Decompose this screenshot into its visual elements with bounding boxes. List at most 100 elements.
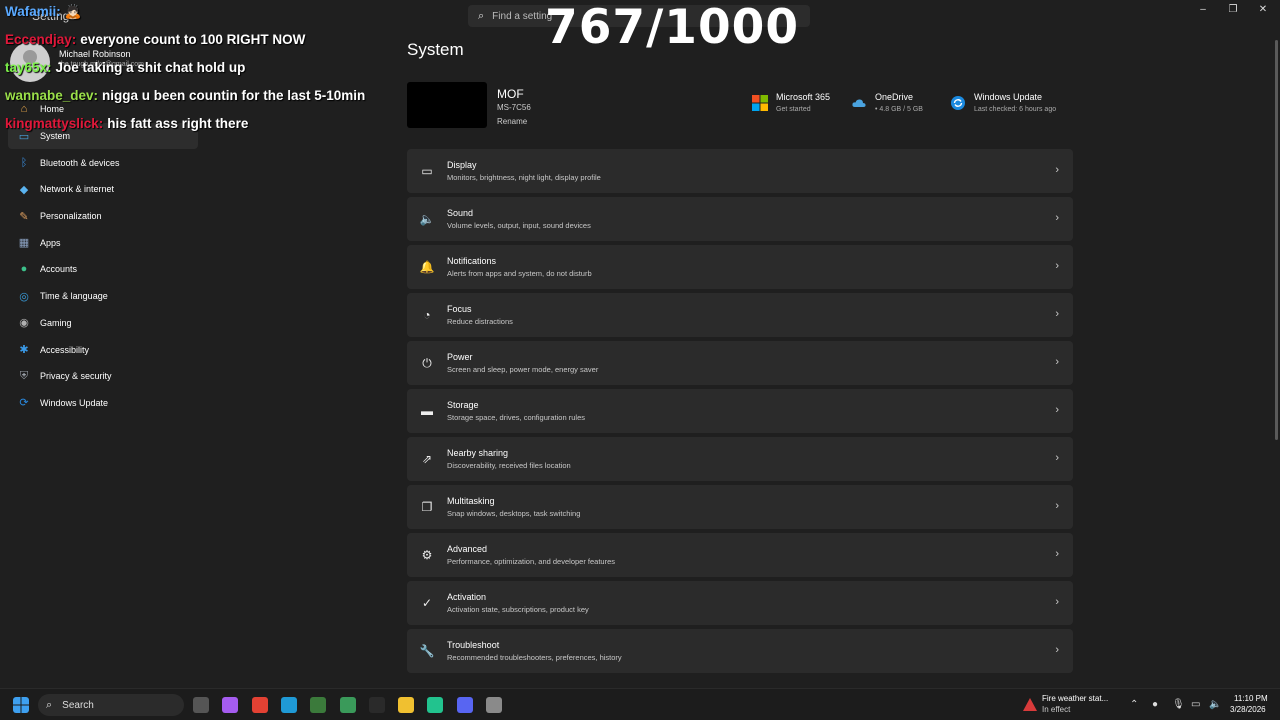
search-placeholder: Find a setting bbox=[492, 10, 553, 22]
card-subtitle: Activation state, subscriptions, product… bbox=[447, 605, 589, 614]
home-icon: ⌂ bbox=[20, 103, 28, 116]
display-icon: ▭ bbox=[421, 164, 433, 178]
sidebar-item-accounts[interactable]: ● Accounts bbox=[8, 256, 198, 283]
quick-title: Microsoft 365 bbox=[776, 92, 831, 102]
chat-username: tay65x: bbox=[5, 60, 52, 75]
tray-app-icon[interactable]: ● bbox=[1152, 699, 1158, 710]
sidebar-item-bluetooth-devices[interactable]: ᛒ Bluetooth & devices bbox=[8, 149, 198, 176]
quick-sub: • 4.8 GB / 5 GB bbox=[875, 106, 923, 113]
chevron-right-icon: › bbox=[1055, 404, 1059, 416]
advanced-icon: ⚙ bbox=[421, 548, 433, 562]
weather-alert-icon[interactable] bbox=[1022, 697, 1038, 713]
settings-icon[interactable] bbox=[486, 697, 502, 713]
sidebar-item-label: Apps bbox=[40, 237, 61, 248]
settings-card-advanced[interactable]: ⚙ Advanced Performance, optimization, and … bbox=[407, 533, 1073, 577]
clock-date[interactable]: 3/28/2026 bbox=[1230, 705, 1266, 714]
microsoft-365-tile[interactable]: Microsoft 365 Get started bbox=[752, 92, 830, 113]
taskbar: ⌕ Search ⌃ ● 🎙 ▭ 🔈 Fire weather stat... … bbox=[0, 688, 1280, 720]
game-icon[interactable] bbox=[310, 697, 327, 713]
edge-icon[interactable] bbox=[280, 697, 297, 713]
card-title: Multitasking bbox=[447, 496, 495, 506]
taskbar-search-label: Search bbox=[62, 699, 94, 711]
chevron-right-icon: › bbox=[1055, 308, 1059, 320]
sidebar-item-time-language[interactable]: ◎ Time & language bbox=[8, 283, 198, 310]
clock-time[interactable]: 11:10 PM bbox=[1234, 694, 1268, 703]
sidebar-item-network-internet[interactable]: ◆ Network & internet bbox=[8, 176, 198, 203]
settings-card-storage[interactable]: ▬ Storage Storage space, drives, configura… bbox=[407, 389, 1073, 433]
quick-title: OneDrive bbox=[875, 92, 914, 102]
close-button[interactable]: ✕ bbox=[1248, 4, 1278, 18]
bluetooth-icon: ᛒ bbox=[20, 156, 28, 169]
microphone-icon[interactable]: 🎙 bbox=[1172, 699, 1185, 710]
card-subtitle: Performance, optimization, and developer… bbox=[447, 557, 616, 566]
search-icon: ⌕ bbox=[478, 9, 485, 22]
minimize-button[interactable]: – bbox=[1188, 4, 1218, 18]
page-title: System bbox=[407, 40, 464, 59]
sidebar-item-label: System bbox=[40, 131, 71, 142]
sidebar-item-accessibility[interactable]: ✱ Accessibility bbox=[8, 336, 198, 363]
settings-card-nearby-sharing[interactable]: ⇗ Nearby sharing Discoverability, received… bbox=[407, 437, 1073, 481]
network-icon[interactable]: ▭ bbox=[1191, 699, 1200, 710]
chat-username: kingmattyslick: bbox=[5, 116, 104, 131]
task-view-icon[interactable] bbox=[193, 697, 209, 713]
settings-card-troubleshoot[interactable]: 🔧 Troubleshoot Recommended troubleshooters… bbox=[407, 629, 1073, 673]
bell-icon: 🔔 bbox=[419, 260, 435, 274]
card-title: Storage bbox=[447, 400, 479, 410]
rename-link[interactable]: Rename bbox=[497, 117, 527, 126]
chevron-right-icon: › bbox=[1055, 596, 1059, 608]
chat-text: 🙇🏻 bbox=[64, 4, 82, 19]
settings-card-notifications[interactable]: 🔔 Notifications Alerts from apps and syste… bbox=[407, 245, 1073, 289]
settings-card-sound[interactable]: 🔈 Sound Volume levels, output, input, soun… bbox=[407, 197, 1073, 241]
sidebar-item-personalization[interactable]: ✎ Personalization bbox=[8, 203, 198, 230]
card-subtitle: Discoverability, received files location bbox=[447, 461, 571, 470]
card-title: Power bbox=[447, 352, 473, 362]
start-button[interactable] bbox=[13, 697, 29, 713]
copilot-icon[interactable] bbox=[222, 697, 239, 713]
explorer-icon[interactable] bbox=[398, 697, 415, 713]
sidebar-item-apps[interactable]: ▦ Apps bbox=[8, 229, 198, 256]
card-subtitle: Volume levels, output, input, sound devi… bbox=[447, 221, 591, 230]
store-icon[interactable] bbox=[339, 697, 356, 713]
chevron-right-icon: › bbox=[1055, 260, 1059, 272]
sidebar-item-gaming[interactable]: ◉ Gaming bbox=[8, 310, 198, 337]
sidebar-item-windows-update[interactable]: ⟳ Windows Update bbox=[8, 390, 198, 417]
settings-card-display[interactable]: ▭ Display Monitors, brightness, night ligh… bbox=[407, 149, 1073, 193]
cloud-icon bbox=[852, 99, 866, 107]
taskbar-search[interactable]: ⌕ Search bbox=[38, 694, 184, 716]
chevron-right-icon: › bbox=[1055, 644, 1059, 656]
card-title: Display bbox=[447, 160, 477, 170]
scrollbar[interactable] bbox=[1275, 40, 1278, 440]
storage-icon: ▬ bbox=[421, 404, 433, 418]
chat-text: everyone count to 100 RIGHT NOW bbox=[80, 32, 306, 47]
sidebar-item-label: Gaming bbox=[40, 317, 72, 328]
app-green-icon[interactable] bbox=[427, 697, 444, 713]
chevron-up-icon[interactable]: ⌃ bbox=[1130, 699, 1138, 710]
card-subtitle: Monitors, brightness, night light, displ… bbox=[447, 173, 601, 182]
sidebar-item-label: Privacy & security bbox=[40, 371, 112, 382]
chrome-icon[interactable] bbox=[251, 697, 268, 713]
settings-card-activation[interactable]: ✓ Activation Activation state, subscriptio… bbox=[407, 581, 1073, 625]
card-title: Activation bbox=[447, 592, 487, 602]
obs-icon[interactable] bbox=[368, 697, 385, 713]
sidebar-item-label: Accounts bbox=[40, 264, 78, 275]
settings-card-multitasking[interactable]: ❐ Multitasking Snap windows, desktops, tas… bbox=[407, 485, 1073, 529]
chat-text: Joe taking a shit chat hold up bbox=[55, 60, 246, 75]
discord-icon[interactable] bbox=[456, 697, 473, 713]
sidebar-item-privacy-security[interactable]: ⛨ Privacy & security bbox=[8, 363, 198, 390]
maximize-button[interactable]: ❐ bbox=[1218, 4, 1248, 18]
chat-text: his fatt ass right there bbox=[107, 116, 249, 131]
chevron-right-icon: › bbox=[1055, 356, 1059, 368]
focus-icon: ◔ bbox=[423, 308, 431, 322]
apps-icon: ▦ bbox=[18, 237, 30, 250]
windows-update-tile[interactable]: Windows Update Last checked: 6 hours ago bbox=[950, 92, 1056, 113]
volume-icon[interactable]: 🔈 bbox=[1209, 699, 1221, 710]
settings-card-focus[interactable]: ◔ Focus Reduce distractions › bbox=[407, 293, 1073, 337]
settings-card-power[interactable]: ⏻ Power Screen and sleep, power mode, ener… bbox=[407, 341, 1073, 385]
card-subtitle: Storage space, drives, configuration rul… bbox=[447, 413, 585, 422]
weather-title[interactable]: Fire weather stat... bbox=[1042, 694, 1108, 703]
onedrive-tile[interactable]: OneDrive • 4.8 GB / 5 GB bbox=[851, 92, 923, 113]
person-icon: ● bbox=[20, 263, 28, 276]
quick-sub: Last checked: 6 hours ago bbox=[974, 106, 1057, 113]
accessibility-icon: ✱ bbox=[19, 344, 29, 357]
card-title: Nearby sharing bbox=[447, 448, 509, 458]
